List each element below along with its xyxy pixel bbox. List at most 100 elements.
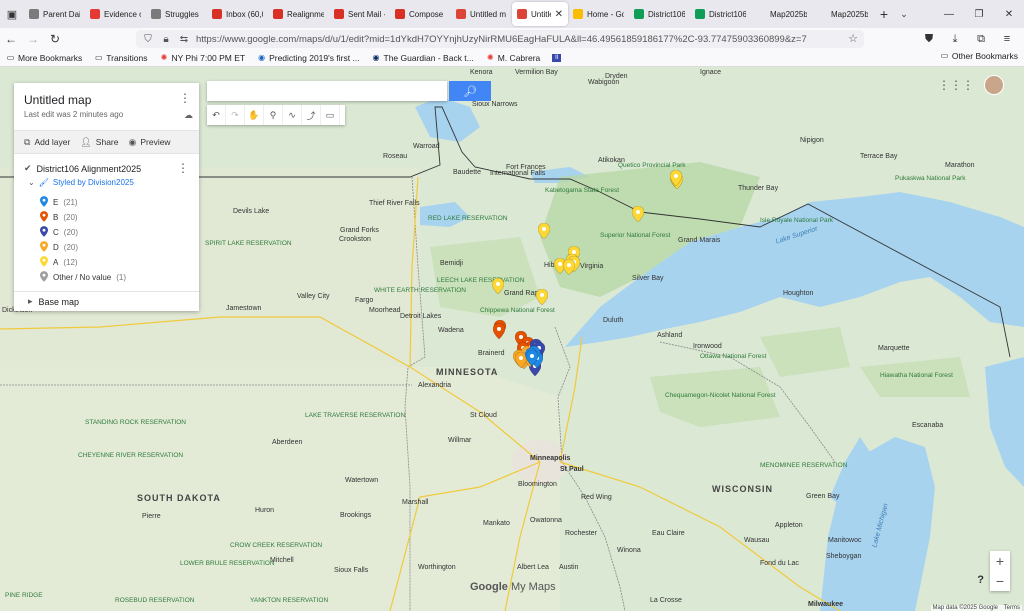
styled-by-link[interactable]: ⌄ 🖌︎ Styled by Division2025 <box>28 178 134 187</box>
legend-label: B <box>53 213 59 222</box>
legend-item[interactable]: Other / No value (1) <box>40 270 126 285</box>
zoom-in-button[interactable]: + <box>990 551 1010 571</box>
extensions-icon[interactable]: ⧉ <box>970 28 992 50</box>
nbc-icon: ✺ <box>160 53 168 62</box>
avatar[interactable] <box>984 75 1004 95</box>
pocket-icon[interactable]: ⛊ <box>918 28 940 50</box>
bookmarks-bar: ▭ More Bookmarks ▭ Transitions ✺ NY Phi 7:0… <box>0 50 1024 67</box>
bookmark-cabrera[interactable]: ✺ M. Cabrera <box>486 53 540 63</box>
bookmark-ii[interactable]: II <box>552 54 562 62</box>
terms-link[interactable]: Terms <box>1004 605 1020 611</box>
directions-icon[interactable]: ⤴ <box>302 105 321 125</box>
other-bookmarks[interactable]: ▭ Other Bookmarks <box>940 51 1018 61</box>
search-button[interactable]: 🔎︎ <box>449 81 491 101</box>
downloads-icon[interactable]: ⤓ <box>944 28 966 50</box>
apps-grid-icon[interactable]: ⋮⋮⋮ <box>938 78 974 92</box>
layer-header[interactable]: ✔ District106 Alignment2025 <box>24 163 141 174</box>
bookmark-more[interactable]: ▭ More Bookmarks <box>6 53 83 63</box>
chevron-right-icon[interactable]: ▸ <box>28 296 33 307</box>
back-icon[interactable]: ← <box>0 28 22 50</box>
minimize-icon[interactable]: — <box>934 0 964 28</box>
checkbox-checked-icon[interactable]: ✔ <box>24 163 32 174</box>
map-marker[interactable] <box>535 288 549 306</box>
browser-tab[interactable]: District106 <box>690 2 751 26</box>
map-canvas[interactable]: MINNESOTA WISCONSIN SOUTH DAKOTA Minneap… <box>0 67 1024 611</box>
layer-menu-icon[interactable]: ⋮ <box>177 161 189 175</box>
undo-icon[interactable]: ↶ <box>207 105 226 125</box>
browser-tab[interactable]: District106 <box>629 2 690 26</box>
window-controls: — ❐ ✕ <box>934 0 1024 28</box>
bookmark-guardian[interactable]: ◉ The Guardian - Back t... <box>372 53 474 63</box>
url-bar[interactable]: ⛉ 🔒︎ ⇆ https://www.google.com/maps/d/u/1… <box>136 30 864 48</box>
legend-label: C <box>53 228 59 237</box>
tab-label: Untitled m <box>470 9 507 19</box>
tab-bar: ▣ Parent Dail Evidence o Struggles Inbox (6… <box>0 0 1024 28</box>
new-tab-button[interactable]: + <box>873 6 895 22</box>
browser-tab[interactable]: Untitled m <box>451 2 512 26</box>
map-title[interactable]: Untitled map <box>24 93 91 107</box>
browser-tab[interactable]: Map2025b - M <box>812 2 873 26</box>
map-marker[interactable] <box>537 222 550 240</box>
sparkle-icon <box>29 9 39 19</box>
tab-list-icon[interactable]: ▣ <box>0 0 24 28</box>
eye-icon: ◉ <box>128 136 137 147</box>
layer-title: District106 Alignment2025 <box>36 163 142 174</box>
url-text[interactable]: https://www.google.com/maps/d/u/1/edit?m… <box>196 34 856 45</box>
menu-icon[interactable]: ≡ <box>996 28 1018 50</box>
bookmark-transitions[interactable]: ▭ Transitions <box>94 53 148 63</box>
measure-icon[interactable]: ▭ <box>321 105 340 125</box>
redo-icon[interactable]: ↷ <box>226 105 245 125</box>
chequamegon-forest-area <box>650 367 780 427</box>
map-marker[interactable] <box>492 322 505 340</box>
bookmark-predicting[interactable]: ◉ Predicting 2019's first ... <box>257 53 359 63</box>
add-layer-button[interactable]: ⧉ Add layer <box>24 137 70 148</box>
legend-item[interactable]: A (12) <box>40 255 126 270</box>
browser-tab[interactable]: Inbox (60,0 <box>207 2 268 26</box>
shield-icon[interactable]: ⛉ <box>142 34 154 45</box>
zoom-out-button[interactable]: − <box>990 571 1010 591</box>
highway-i35-north <box>559 336 583 463</box>
browser-tab[interactable]: Compose M <box>390 2 451 26</box>
browser-tab[interactable]: Struggles <box>146 2 207 26</box>
list-tabs-chevron-icon[interactable]: ⌄ <box>895 9 913 20</box>
add-marker-icon[interactable]: ⚲ <box>264 105 283 125</box>
close-window-icon[interactable]: ✕ <box>994 0 1024 28</box>
map-marker[interactable] <box>562 258 576 276</box>
map-search-input[interactable] <box>207 81 447 101</box>
map-marker[interactable] <box>525 349 539 367</box>
legend-item[interactable]: C (20) <box>40 225 126 240</box>
search-icon: 🔎︎ <box>463 85 477 98</box>
hand-icon[interactable]: ✋ <box>245 105 264 125</box>
restore-icon[interactable]: ❐ <box>964 0 994 28</box>
map-marker[interactable] <box>670 169 683 187</box>
help-icon[interactable]: ? <box>977 574 984 586</box>
browser-tab[interactable]: Sent Mail - <box>329 2 390 26</box>
map-marker[interactable] <box>491 277 504 295</box>
chevron-down-icon[interactable]: ⌄ <box>28 178 35 187</box>
reload-icon[interactable]: ↻ <box>44 28 66 50</box>
draw-line-icon[interactable]: ∿ <box>283 105 302 125</box>
legend-item[interactable]: E (21) <box>40 195 126 210</box>
browser-tab[interactable]: Home - Go <box>568 2 629 26</box>
bookmark-label: Other Bookmarks <box>951 51 1018 61</box>
share-button[interactable]: 👤︎ Share <box>80 137 118 148</box>
permissions-icon[interactable]: ⇆ <box>178 34 190 45</box>
browser-tab[interactable]: Untitle ✕ <box>512 2 568 26</box>
browser-tab[interactable]: Evidence o <box>85 2 146 26</box>
bookmark-nyphil[interactable]: ✺ NY Phi 7:00 PM ET <box>160 53 245 63</box>
browser-tab[interactable]: Parent Dail <box>24 2 85 26</box>
browser-tab[interactable]: Map2025b - M <box>751 2 812 26</box>
legend-item[interactable]: B (20) <box>40 210 126 225</box>
lock-icon[interactable]: 🔒︎ <box>160 34 172 45</box>
map-menu-icon[interactable]: ⋮ <box>179 91 191 105</box>
farmland-area <box>0 367 560 611</box>
map-marker[interactable] <box>631 205 645 223</box>
bookmark-star-icon[interactable]: ☆ <box>848 32 858 45</box>
preview-button[interactable]: ◉ Preview <box>128 137 170 148</box>
legend-item[interactable]: D (20) <box>40 240 126 255</box>
forward-icon[interactable]: → <box>22 28 44 50</box>
browser-tab[interactable]: Realignme <box>268 2 329 26</box>
base-map-toggle[interactable]: ▸ Base map <box>14 291 199 311</box>
close-tab-icon[interactable]: ✕ <box>555 9 563 20</box>
sparkle-icon <box>151 9 161 19</box>
